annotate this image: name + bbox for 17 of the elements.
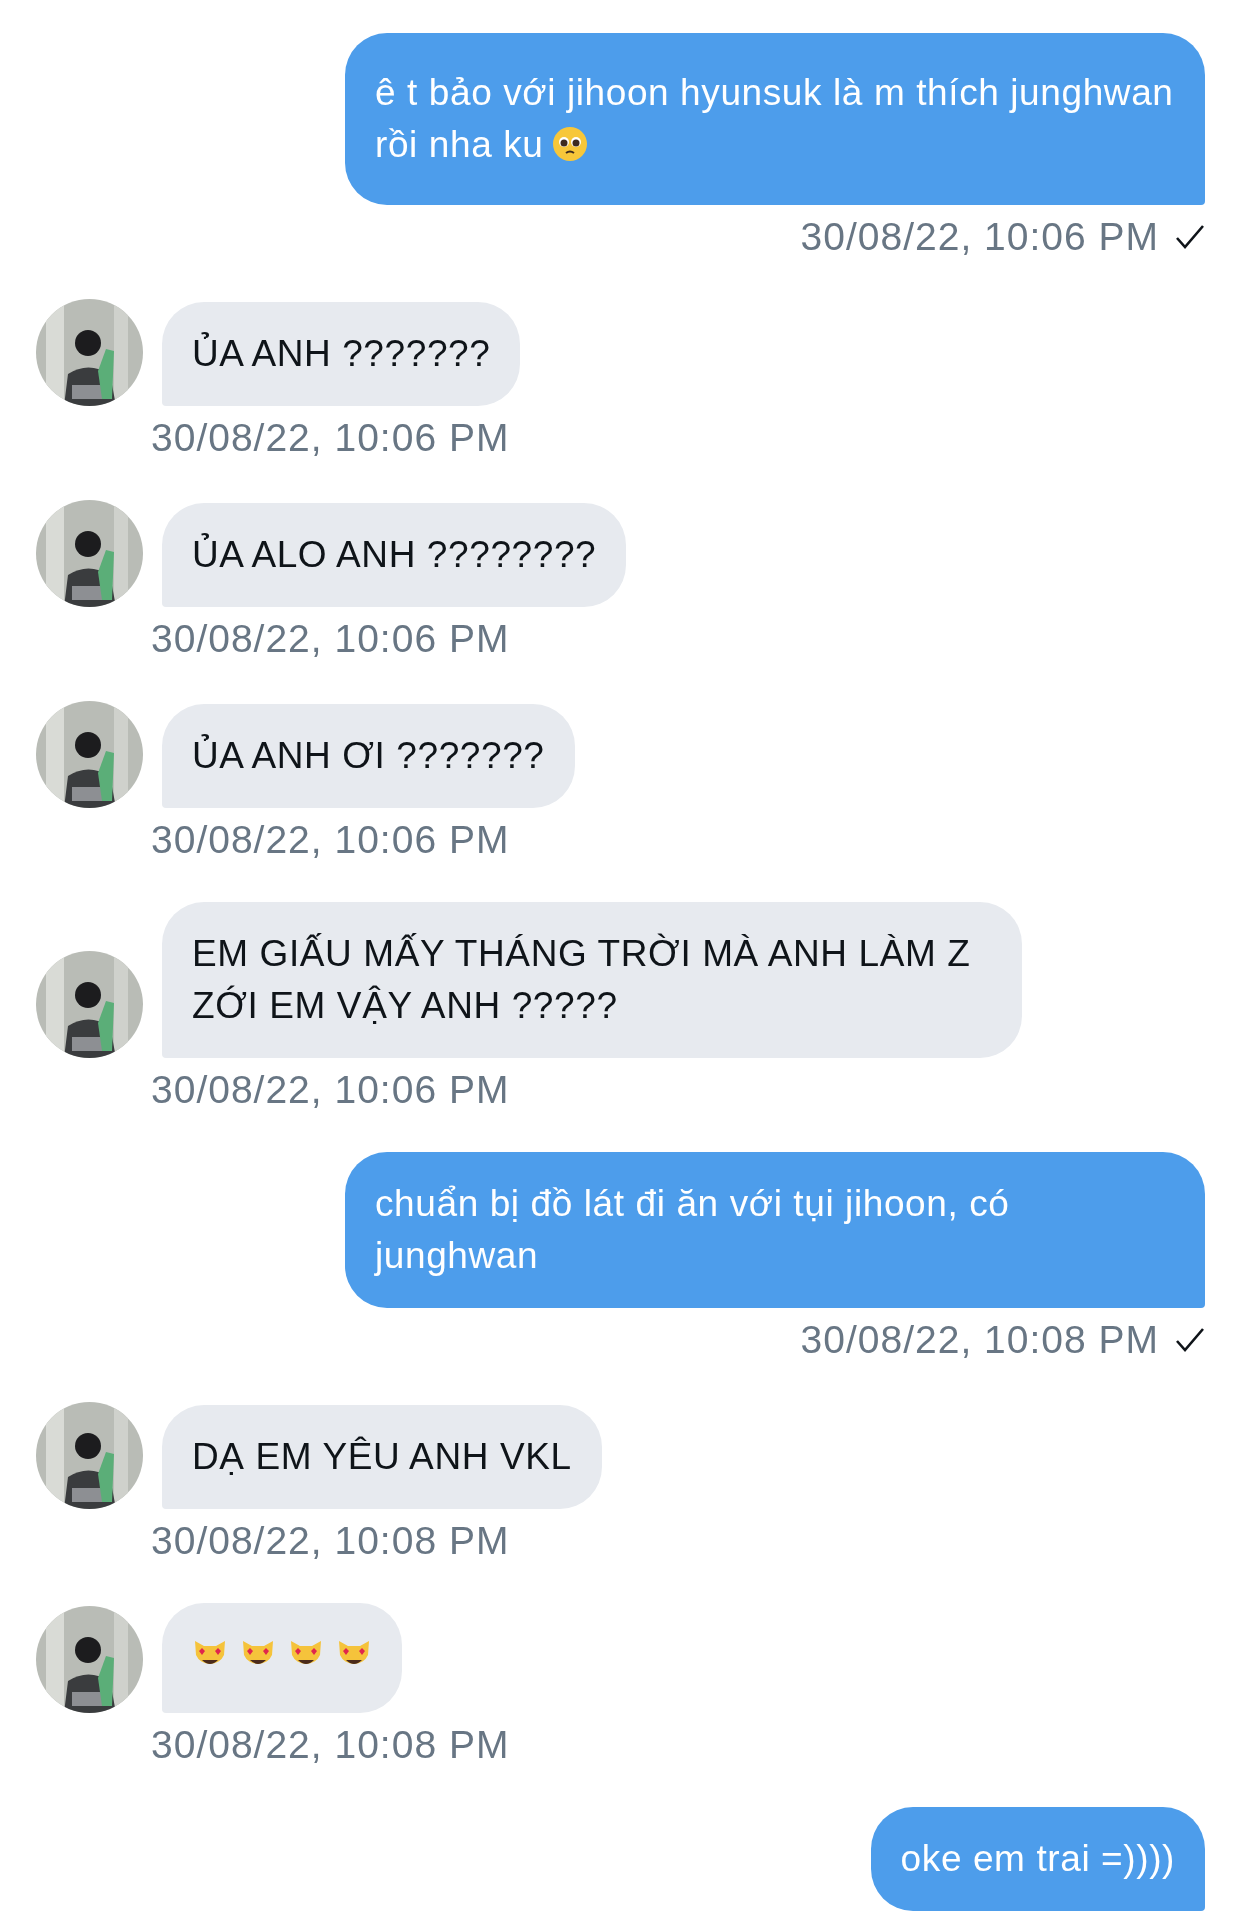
timestamp: 30/08/22, 10:08 PM	[151, 1723, 510, 1767]
message-bubble: ỦA ALO ANH ????????	[162, 503, 627, 607]
timestamp: 30/08/22, 10:08 PM	[151, 1519, 510, 1563]
message-bubble: chuẩn bị đồ lát đi ăn với tụi jihoon, có junghwan	[345, 1152, 1205, 1308]
pleading-face-icon	[551, 126, 588, 162]
timestamp: 30/08/22, 10:08 PM	[800, 1318, 1159, 1362]
message-bubble: oke em trai =))))	[870, 1807, 1205, 1911]
message-bubble: ỦA ANH ƠI ???????	[162, 704, 575, 808]
timestamp: 30/08/22, 10:06 PM	[151, 617, 510, 661]
timestamp: 30/08/22, 10:06 PM	[151, 416, 510, 460]
message-bubble: ê t bảo với jihoon hyunsuk là m thích junghwan rồi nha ku	[345, 33, 1205, 205]
message-bubble: ỦA ANH ???????	[162, 302, 521, 406]
message-bubble: EM GIẤU MẤY THÁNG TRỜI MÀ ANH LÀM Z ZỚI EM VẬY ANH ?????	[162, 902, 1022, 1058]
timestamp: 30/08/22, 10:06 PM	[151, 1068, 510, 1112]
timestamp: 30/08/22, 10:06 PM	[800, 215, 1159, 259]
message-bubble: DẠ EM YÊU ANH VKL	[162, 1405, 602, 1509]
timestamp: 30/08/22, 10:06 PM	[151, 818, 510, 862]
